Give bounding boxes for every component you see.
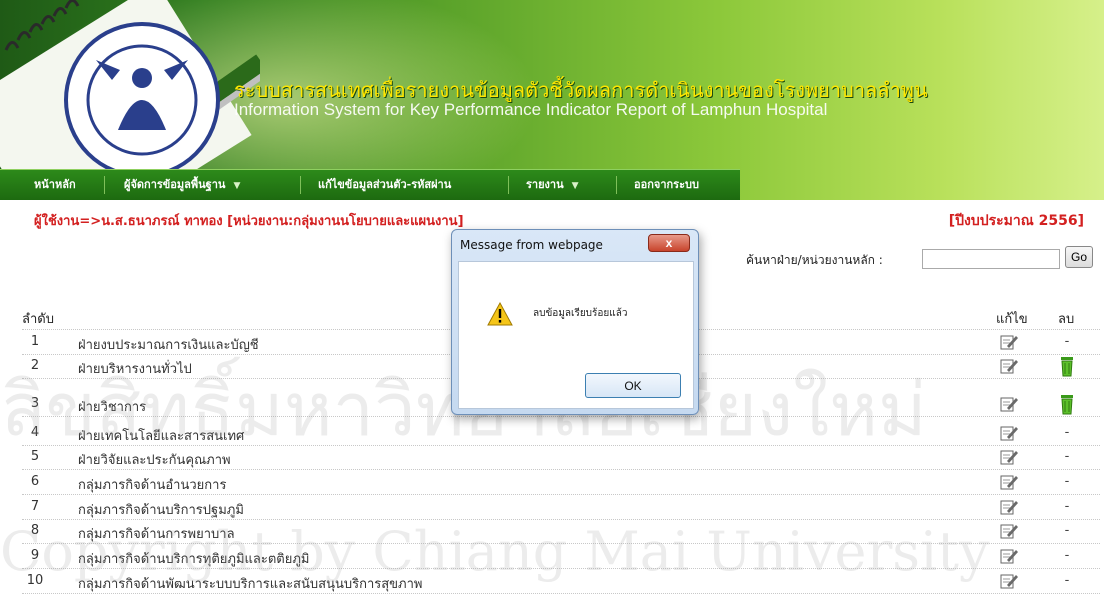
row-number: 3: [30, 396, 40, 411]
menu-edit-profile[interactable]: แก้ไขข้อมูลส่วนตัว-รหัสผ่าน: [318, 170, 451, 200]
delete-placeholder: -: [1064, 425, 1070, 440]
delete-placeholder: -: [1064, 548, 1070, 563]
delete-placeholder: -: [1064, 449, 1070, 464]
go-button[interactable]: Go: [1065, 246, 1093, 268]
system-title-english: Information System for Key Performance I…: [234, 100, 828, 119]
row-name: ฝ่ายวิชาการ: [78, 400, 147, 415]
edit-icon[interactable]: [1000, 498, 1018, 516]
menu-home-label: หน้าหลัก: [34, 178, 76, 191]
search-label: ค้นหาฝ่าย/หน่วยงานหลัก :: [746, 253, 883, 267]
edit-icon[interactable]: [1000, 333, 1018, 351]
row-number: 5: [30, 449, 40, 464]
row-number: 4: [30, 425, 40, 440]
menu-divider: [508, 176, 509, 194]
hospital-logo: [64, 22, 220, 178]
row-number: 6: [30, 474, 40, 489]
column-header-number: ลำดับ: [22, 312, 54, 327]
search-input[interactable]: [922, 249, 1060, 269]
delete-placeholder: -: [1064, 573, 1070, 588]
delete-placeholder: -: [1064, 499, 1070, 514]
dialog-title: Message from webpage: [460, 238, 603, 252]
menu-master-data-label: ผู้จัดการข้อมูลพื้นฐาน: [124, 178, 226, 191]
delete-placeholder: -: [1064, 523, 1070, 538]
row-name: ฝ่ายวิจัยและประกันคุณภาพ: [78, 453, 231, 468]
table-row: 4 ฝ่ายเทคโนโลยีและสารสนเทศ -: [22, 422, 1100, 446]
row-number: 2: [30, 358, 40, 373]
menu-divider: [300, 176, 301, 194]
fiscal-year: [ปีงบประมาณ 2556]: [948, 213, 1084, 229]
edit-icon[interactable]: [1000, 448, 1018, 466]
edit-icon[interactable]: [1000, 547, 1018, 565]
row-number: 1: [30, 334, 40, 349]
message-dialog: Message from webpage x ลบข้อมูลเรียบร้อย…: [451, 229, 699, 415]
table-row: 5 ฝ่ายวิจัยและประกันคุณภาพ -: [22, 446, 1100, 470]
delete-placeholder: -: [1064, 474, 1070, 489]
row-name: กลุ่มภารกิจด้านบริการทุติยภูมิและตติยภูม…: [78, 552, 310, 567]
menu-logout-label: ออกจากระบบ: [634, 178, 699, 191]
menu-report-label: รายงาน: [526, 178, 564, 191]
edit-icon[interactable]: [1000, 357, 1018, 375]
row-name: กลุ่มภารกิจด้านพัฒนาระบบบริการและสนับสนุ…: [78, 577, 423, 592]
edit-icon[interactable]: [1000, 522, 1018, 540]
dialog-close-button[interactable]: x: [648, 234, 690, 252]
menu-master-data[interactable]: ผู้จัดการข้อมูลพื้นฐาน ▼: [124, 170, 240, 200]
dialog-message: ลบข้อมูลเรียบร้อยแล้ว: [533, 308, 628, 319]
chevron-down-icon: ▼: [233, 181, 241, 191]
row-name: กลุ่มภารกิจด้านอำนวยการ: [78, 478, 227, 493]
column-header-delete: ลบ: [1058, 312, 1075, 327]
row-name: ฝ่ายเทคโนโลยีและสารสนเทศ: [78, 429, 245, 444]
menu-report[interactable]: รายงาน ▼: [526, 170, 579, 200]
user-info: ผู้ใช้งาน=>น.ส.ธนาภรณ์ ทาทอง [หน่วยงาน:ก…: [34, 214, 464, 229]
row-number: 9: [30, 548, 40, 563]
menu-home[interactable]: หน้าหลัก: [34, 170, 76, 200]
menu-logout[interactable]: ออกจากระบบ: [634, 170, 699, 200]
table-row: 9 กลุ่มภารกิจด้านบริการทุติยภูมิและตติยภ…: [22, 545, 1100, 569]
table-row: 10 กลุ่มภารกิจด้านพัฒนาระบบบริการและสนับ…: [22, 570, 1100, 594]
edit-icon[interactable]: [1000, 473, 1018, 491]
edit-icon[interactable]: [1000, 395, 1018, 413]
menu-divider: [104, 176, 105, 194]
row-name: กลุ่มภารกิจด้านบริการปฐมภูมิ: [78, 503, 244, 518]
row-name: ฝ่ายบริหารงานทั่วไป: [78, 362, 192, 377]
table-row: 6 กลุ่มภารกิจด้านอำนวยการ -: [22, 471, 1100, 495]
row-name: กลุ่มภารกิจด้านการพยาบาล: [78, 527, 235, 542]
trash-icon[interactable]: [1058, 355, 1076, 377]
column-header-edit: แก้ไข: [996, 312, 1028, 327]
table-row: 8 กลุ่มภารกิจด้านการพยาบาล -: [22, 520, 1100, 544]
main-menu-bar: หน้าหลัก ผู้จัดการข้อมูลพื้นฐาน ▼ แก้ไขข้…: [0, 169, 740, 200]
row-number: 7: [30, 499, 40, 514]
edit-icon[interactable]: [1000, 424, 1018, 442]
edit-icon[interactable]: [1000, 572, 1018, 590]
row-name: ฝ่ายงบประมาณการเงินและบัญชี: [78, 338, 259, 353]
warning-icon: [487, 302, 513, 326]
row-number: 8: [30, 523, 40, 538]
menu-edit-profile-label: แก้ไขข้อมูลส่วนตัว-รหัสผ่าน: [318, 178, 452, 191]
dialog-body: ลบข้อมูลเรียบร้อยแล้ว OK: [458, 261, 694, 409]
menu-divider: [616, 176, 617, 194]
chevron-down-icon: ▼: [571, 181, 579, 191]
delete-placeholder: -: [1064, 334, 1070, 349]
row-number: 10: [26, 573, 44, 588]
ok-button[interactable]: OK: [585, 373, 681, 398]
table-row: 7 กลุ่มภารกิจด้านบริการปฐมภูมิ -: [22, 496, 1100, 520]
trash-icon[interactable]: [1058, 393, 1076, 415]
